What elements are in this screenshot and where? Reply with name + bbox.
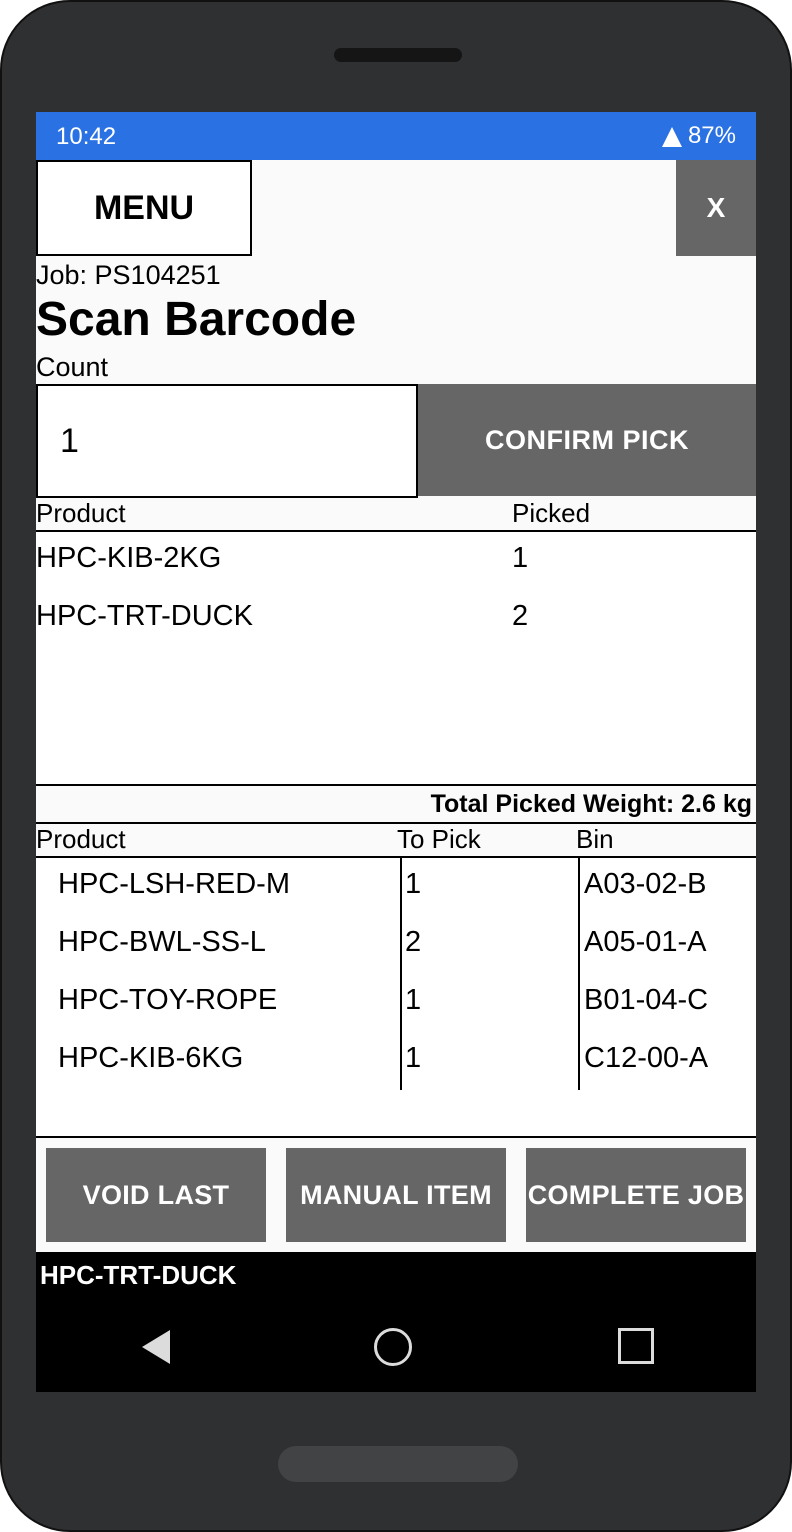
close-button[interactable]: X <box>676 160 756 256</box>
to-pick-quantity: 1 <box>405 984 422 1016</box>
status-indicators: 87% <box>661 122 736 150</box>
to-pick-bin: C12-00-A <box>584 1042 709 1074</box>
status-time: 10:42 <box>56 123 117 150</box>
table-row[interactable]: HPC-BWL-SS-L 2 A05-01-A <box>36 916 756 974</box>
to-pick-product: HPC-KIB-6KG <box>58 1042 244 1074</box>
table-row[interactable]: HPC-LSH-RED-M 1 A03-02-B <box>36 858 756 916</box>
count-input[interactable]: 1 <box>36 384 418 498</box>
back-icon[interactable] <box>142 1330 170 1364</box>
table-row[interactable]: HPC-TRT-DUCK 2 <box>36 590 756 648</box>
void-last-button[interactable]: VOID LAST <box>46 1148 266 1242</box>
android-nav-bar <box>36 1304 756 1392</box>
phone-home-pill <box>278 1446 518 1482</box>
picked-product: HPC-TRT-DUCK <box>36 600 253 632</box>
to-pick-product: HPC-LSH-RED-M <box>58 868 290 900</box>
job-label: Job: PS104251 <box>36 260 221 290</box>
confirm-pick-button[interactable]: CONFIRM PICK <box>418 384 756 496</box>
complete-job-button[interactable]: COMPLETE JOB <box>526 1148 746 1242</box>
to-pick-bin: A05-01-A <box>584 926 707 958</box>
battery-level: 87% <box>687 122 736 149</box>
to-pick-bin: A03-02-B <box>584 868 707 900</box>
page-title: Scan Barcode <box>36 293 357 346</box>
last-scanned-bar: HPC-TRT-DUCK <box>36 1252 756 1304</box>
total-weight: Total Picked Weight: 2.6 kg <box>430 790 752 818</box>
menu-button[interactable]: MENU <box>36 160 252 256</box>
phone-speaker <box>334 48 462 62</box>
to-pick-product: HPC-TOY-ROPE <box>58 984 278 1016</box>
signal-icon <box>661 127 682 147</box>
total-weight-bar: Total Picked Weight: 2.6 kg <box>36 786 756 824</box>
picked-table-header: Product Picked <box>36 498 756 532</box>
picked-count: 2 <box>512 600 529 632</box>
to-pick-bin: B01-04-C <box>584 984 709 1016</box>
last-scanned-item: HPC-TRT-DUCK <box>40 1260 237 1290</box>
picked-count: 1 <box>512 542 529 574</box>
to-pick-header-quantity: To Pick <box>397 824 481 854</box>
picked-header-picked: Picked <box>512 498 591 528</box>
to-pick-header-bin: Bin <box>576 824 614 854</box>
picked-product: HPC-KIB-2KG <box>36 542 222 574</box>
manual-item-button[interactable]: MANUAL ITEM <box>286 1148 506 1242</box>
picked-header-product: Product <box>36 498 126 528</box>
to-pick-quantity: 1 <box>405 1042 422 1074</box>
to-pick-table-header: Product To Pick Bin <box>36 824 756 858</box>
to-pick-quantity: 2 <box>405 926 422 958</box>
table-row[interactable]: HPC-TOY-ROPE 1 B01-04-C <box>36 974 756 1032</box>
to-pick-table: HPC-LSH-RED-M 1 A03-02-B HPC-BWL-SS-L 2 … <box>36 858 756 1138</box>
picked-table: HPC-KIB-2KG 1 HPC-TRT-DUCK 2 <box>36 532 756 786</box>
table-row[interactable]: HPC-KIB-6KG 1 C12-00-A <box>36 1032 756 1090</box>
phone-frame: 10:42 87% MENU X Job: PS104251 Scan Barc… <box>0 0 792 1532</box>
count-label: Count <box>36 352 109 382</box>
to-pick-header-product: Product <box>36 824 126 854</box>
to-pick-quantity: 1 <box>405 868 422 900</box>
recent-apps-icon[interactable] <box>618 1328 654 1364</box>
home-icon[interactable] <box>374 1328 412 1366</box>
table-row[interactable]: HPC-KIB-2KG 1 <box>36 532 756 590</box>
app-screen: 10:42 87% MENU X Job: PS104251 Scan Barc… <box>36 112 756 1392</box>
to-pick-product: HPC-BWL-SS-L <box>58 926 266 958</box>
status-bar: 10:42 87% <box>36 112 756 160</box>
